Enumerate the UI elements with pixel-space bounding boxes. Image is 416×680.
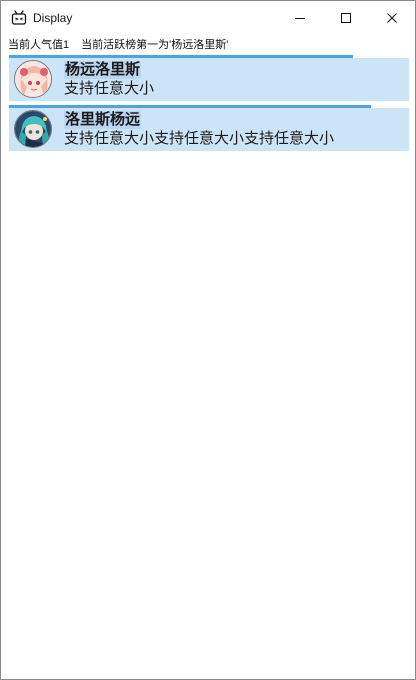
close-icon: [387, 13, 397, 23]
maximize-button[interactable]: [323, 1, 369, 35]
list-item[interactable]: 洛里斯杨远 支持任意大小支持任意大小支持任意大小: [9, 105, 409, 151]
title-bar[interactable]: Display: [1, 1, 415, 35]
avatar: [14, 110, 52, 148]
close-button[interactable]: [369, 1, 415, 35]
display-window: Display 当前人气值1 当前活跃榜第一为'杨远洛里斯' 杨远洛里斯 支持任…: [0, 0, 416, 680]
item-description: 支持任意大小支持任意大小支持任意大小: [64, 130, 335, 147]
popularity-label: 当前人气值1: [8, 39, 70, 51]
user-list: 杨远洛里斯 支持任意大小 洛里斯杨远 支持任意大小支持任意大小支持任意大小: [1, 55, 415, 151]
app-icon: [11, 10, 27, 26]
minimize-button[interactable]: [277, 1, 323, 35]
maximize-icon: [341, 13, 351, 23]
status-line: 当前人气值1 当前活跃榜第一为'杨远洛里斯': [1, 35, 415, 53]
item-name: 杨远洛里斯: [64, 61, 142, 79]
window-title: Display: [33, 11, 73, 25]
top-active-label: 当前活跃榜第一为'杨远洛里斯': [81, 39, 229, 51]
item-name: 洛里斯杨远: [64, 111, 142, 129]
avatar: [14, 60, 52, 98]
minimize-icon: [295, 18, 305, 19]
item-description: 支持任意大小: [64, 80, 155, 97]
list-item[interactable]: 杨远洛里斯 支持任意大小: [9, 55, 409, 101]
